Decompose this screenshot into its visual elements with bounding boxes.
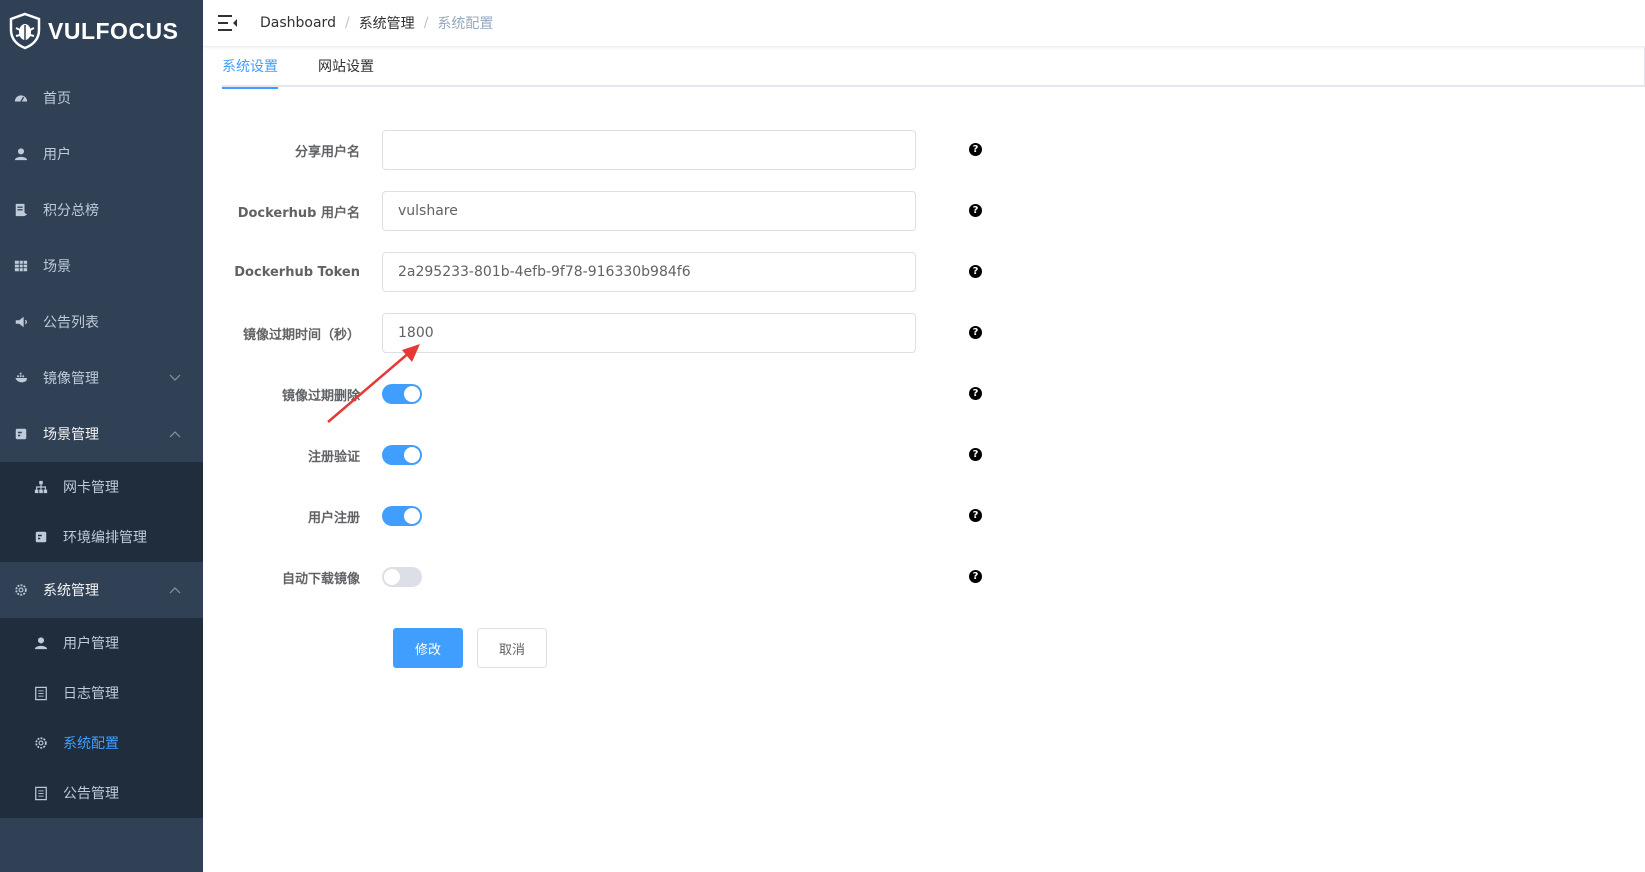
megaphone-icon [13,314,29,330]
sidebar-item-notice-management[interactable]: 公告管理 [0,768,203,818]
user-register-switch[interactable] [382,506,422,526]
dockerhub-token-input[interactable] [382,252,916,292]
breadcrumb-item-current: 系统配置 [437,16,494,32]
help-icon[interactable]: ? [969,570,982,583]
breadcrumb: Dashboard / 系统管理 / 系统配置 [260,13,493,33]
help-icon[interactable]: ? [969,387,982,400]
register-verify-switch[interactable] [382,445,422,465]
sidebar-item-scene[interactable]: 场景 [0,238,203,294]
image-expire-time-label: 镜像过期时间（秒） [242,327,360,343]
help-icon[interactable]: ? [969,448,982,461]
sidebar-item-label: 公告列表 [43,315,99,331]
top-navbar: Dashboard / 系统管理 / 系统配置 [203,0,1645,47]
sidebar-item-home[interactable]: 首页 [0,70,203,126]
dockerhub-username-label: Dockerhub 用户名 [237,205,360,221]
help-icon[interactable]: ? [969,143,982,156]
sidebar-item-label: 积分总榜 [43,203,99,219]
chevron-down-icon [169,374,181,381]
sidebar-item-label: 首页 [43,91,71,107]
sidebar-item-label: 网卡管理 [63,480,119,496]
breadcrumb-separator: / [423,15,429,31]
settings-tabs: 系统设置 网站设置 [222,47,1645,89]
share-username-label: 分享用户名 [294,144,360,160]
chevron-up-icon [169,587,181,594]
gear-icon [13,582,29,598]
form-icon [33,529,49,545]
sidebar-item-label: 系统管理 [43,583,99,599]
breadcrumb-item-dashboard[interactable]: Dashboard [260,15,336,31]
sidebar-item-label: 公告管理 [63,786,119,802]
breadcrumb-item-system-management[interactable]: 系统管理 [359,13,415,33]
user-register-label: 用户注册 [307,510,360,526]
share-username-input[interactable] [382,130,916,170]
document-icon [33,785,49,801]
cancel-button[interactable]: 取消 [477,628,547,668]
form-row-dockerhub-token: Dockerhub Token [222,252,1002,292]
brand-name: VULFOCUS [48,17,179,44]
sidebar-item-log-management[interactable]: 日志管理 [0,668,203,718]
submenu-system-management: 用户管理 日志管理 系统配置 公告管理 [0,618,203,818]
sidebar-item-user[interactable]: 用户 [0,126,203,182]
form-icon [13,426,29,442]
image-expire-delete-label: 镜像过期删除 [281,388,360,404]
sidebar-item-label: 场景 [43,259,71,275]
image-expire-delete-switch[interactable] [382,384,422,404]
auto-download-image-label: 自动下载镜像 [281,571,360,587]
register-verify-label: 注册验证 [307,449,360,465]
image-expire-time-input[interactable] [382,313,916,353]
form-row-image-expire-delete: 镜像过期删除 [222,374,1002,414]
dockerhub-token-label: Dockerhub Token [234,264,360,280]
form-row-register-verify: 注册验证 [222,435,1002,475]
chevron-up-icon [169,431,181,438]
gear-icon [33,735,49,751]
submit-button[interactable]: 修改 [393,628,463,668]
sidebar-item-label: 系统配置 [63,736,119,752]
shield-bug-icon [9,12,41,50]
form-row-auto-download-image: 自动下载镜像 [222,557,1002,597]
docker-icon [13,370,29,386]
sidebar-item-label: 环境编排管理 [63,530,147,546]
sidebar-item-nic-management[interactable]: 网卡管理 [0,462,203,512]
brand-logo[interactable]: VULFOCUS [0,0,203,62]
sidebar-item-user-management[interactable]: 用户管理 [0,618,203,668]
sidebar-item-label: 用户 [43,147,71,163]
form-row-share-username: 分享用户名 [222,130,1002,170]
user-icon [33,635,49,651]
help-icon[interactable]: ? [969,204,982,217]
help-icon[interactable]: ? [969,509,982,522]
breadcrumb-separator: / [344,15,350,31]
sidebar-item-system-config[interactable]: 系统配置 [0,718,203,768]
tree-icon [33,479,49,495]
sidebar-item-leaderboard[interactable]: 积分总榜 [0,182,203,238]
sidebar-item-label: 用户管理 [63,636,119,652]
document-icon [13,202,29,218]
sidebar-item-label: 镜像管理 [43,371,99,387]
sidebar-item-env-orchestration[interactable]: 环境编排管理 [0,512,203,562]
form-row-user-register: 用户注册 [222,496,1002,536]
sidebar: VULFOCUS 首页 用户 积分总榜 场景 公告列表 镜像管理 场景管理 网卡… [0,0,203,872]
sidebar-item-system-management[interactable]: 系统管理 [0,562,203,618]
help-icon[interactable]: ? [969,326,982,339]
dashboard-icon [13,90,29,106]
user-icon [13,146,29,162]
tab-system-settings[interactable]: 系统设置 [222,47,278,89]
auto-download-image-switch[interactable] [382,567,422,587]
submenu-scene-management: 网卡管理 环境编排管理 [0,462,203,562]
table-icon [13,258,29,274]
form-row-dockerhub-username: Dockerhub 用户名 [222,191,1002,231]
dockerhub-username-input[interactable] [382,191,916,231]
sidebar-item-image-management[interactable]: 镜像管理 [0,350,203,406]
sidebar-item-scene-management[interactable]: 场景管理 [0,406,203,462]
form-row-image-expire-time: 镜像过期时间（秒） [222,313,1002,353]
sidebar-item-label: 场景管理 [43,427,99,443]
hamburger-icon[interactable] [218,14,238,32]
document-icon [33,685,49,701]
sidebar-item-label: 日志管理 [63,686,119,702]
tab-website-settings[interactable]: 网站设置 [318,47,374,87]
help-icon[interactable]: ? [969,265,982,278]
sidebar-item-notices[interactable]: 公告列表 [0,294,203,350]
